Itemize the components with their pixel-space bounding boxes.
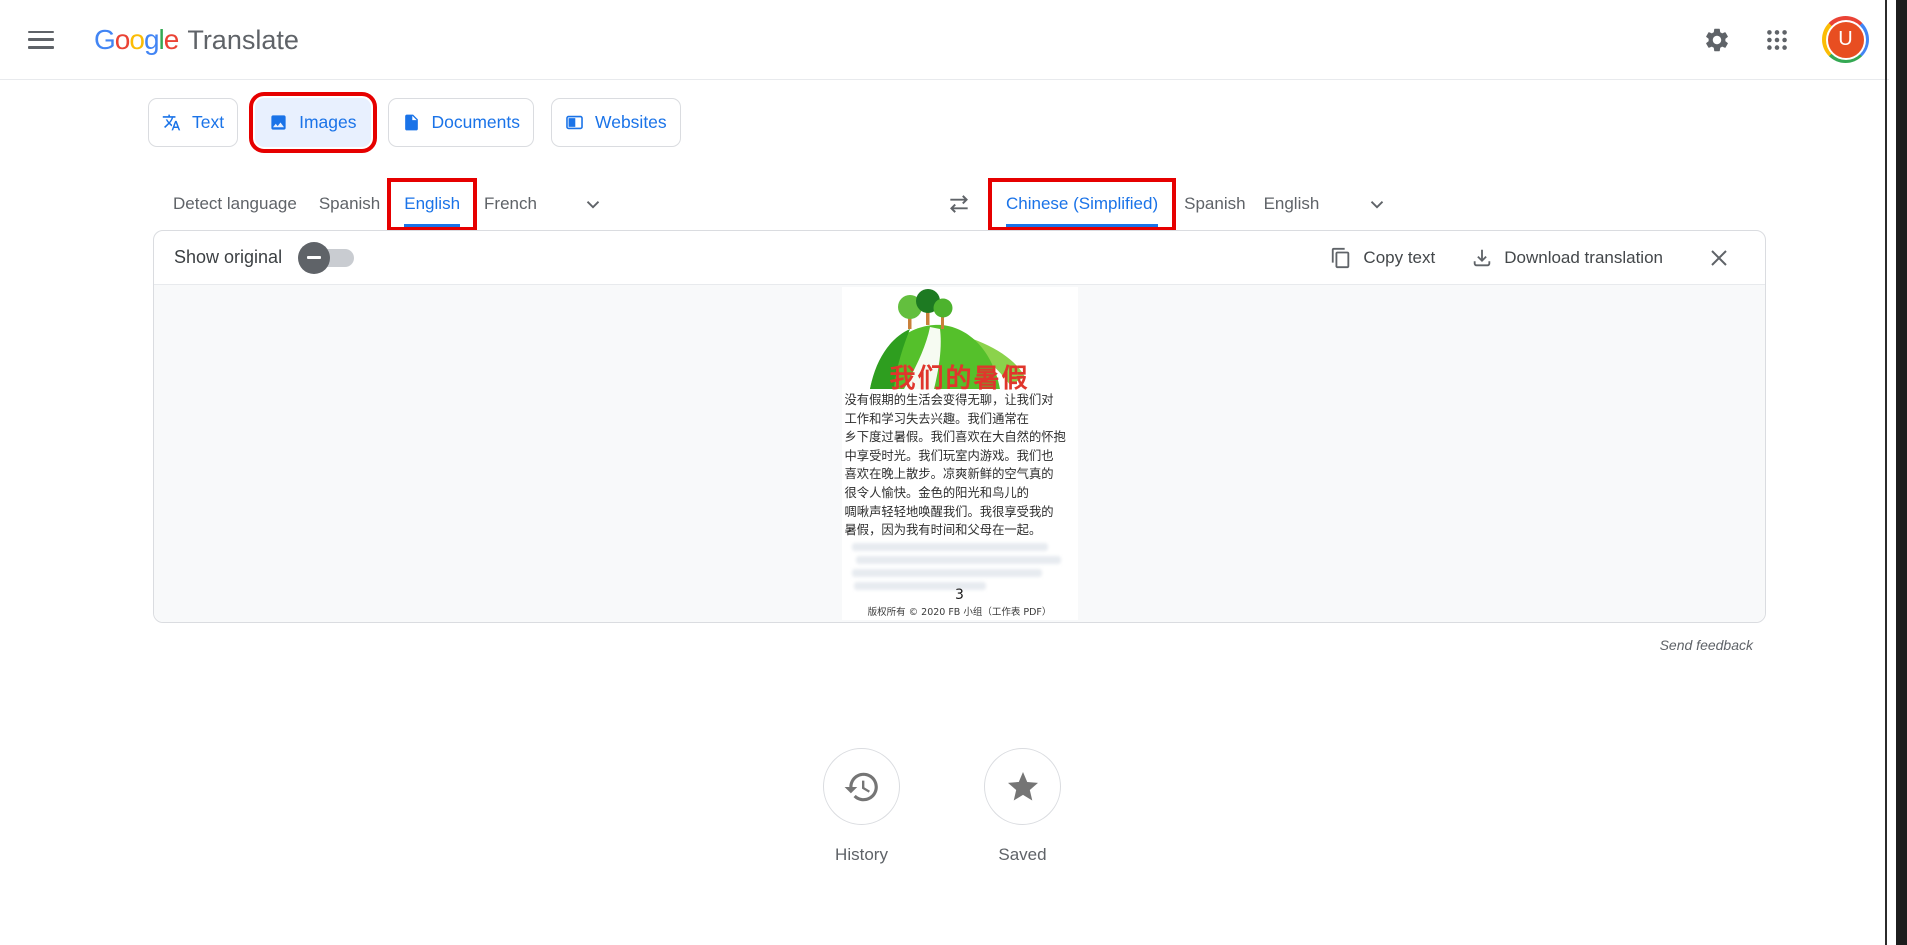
- show-original-label: Show original: [174, 247, 282, 268]
- tab-images-label: Images: [299, 112, 356, 133]
- doc-title: 我们的暑假: [842, 358, 1078, 395]
- shortcuts-row: History Saved: [0, 748, 1884, 865]
- tab-documents[interactable]: Documents: [388, 98, 535, 147]
- hamburger-menu-icon[interactable]: [28, 31, 54, 49]
- target-lang-chinese-label: Chinese (Simplified): [1006, 194, 1158, 227]
- history-icon: [843, 768, 881, 806]
- toggle-knob-minus-icon: [298, 242, 330, 274]
- copy-icon: [1330, 247, 1352, 269]
- source-lang-detect[interactable]: Detect language: [173, 194, 297, 214]
- translate-mode-tabs: Text Images Documents Websites: [148, 98, 681, 147]
- copy-text-label: Copy text: [1363, 248, 1435, 268]
- product-name: Translate: [187, 25, 299, 56]
- account-avatar[interactable]: U: [1822, 16, 1869, 63]
- document-icon: [402, 113, 421, 132]
- avatar-letter: U: [1826, 20, 1866, 60]
- star-icon: [1005, 769, 1041, 805]
- window-edge-line: [1885, 0, 1887, 945]
- target-language-group: Chinese (Simplified) Spanish English: [944, 174, 1391, 234]
- tab-websites-label: Websites: [595, 112, 667, 133]
- website-icon: [565, 113, 584, 132]
- tab-documents-label: Documents: [432, 112, 521, 133]
- tab-websites[interactable]: Websites: [551, 98, 681, 147]
- source-lang-spanish[interactable]: Spanish: [319, 194, 380, 214]
- source-lang-english-selected[interactable]: English: [387, 178, 477, 231]
- swap-languages-icon[interactable]: [944, 189, 974, 219]
- saved-label: Saved: [998, 845, 1046, 865]
- google-logo-text: Google: [94, 24, 178, 56]
- translate-icon: [162, 113, 181, 132]
- target-lang-english[interactable]: English: [1264, 194, 1320, 214]
- source-lang-french[interactable]: French: [484, 194, 537, 214]
- tab-images[interactable]: Images: [255, 98, 370, 147]
- saved-button[interactable]: Saved: [984, 748, 1061, 865]
- source-lang-english-label: English: [404, 194, 460, 227]
- doc-page-number: 3: [842, 587, 1078, 603]
- scrollbar[interactable]: [1896, 0, 1907, 945]
- google-translate-page: Google Translate U Text: [0, 0, 1907, 945]
- panel-toolbar: Show original Copy text Download transla…: [154, 231, 1765, 285]
- download-icon: [1471, 247, 1493, 269]
- close-icon[interactable]: [1705, 244, 1733, 272]
- doc-copyright: 版权所有 © 2020 FB 小组（工作表 PDF）: [842, 604, 1078, 618]
- translated-image[interactable]: 我们的暑假 没有假期的生活会变得无聊，让我们对 工作和学习失去兴趣。我们通常在 …: [842, 287, 1078, 620]
- tab-text[interactable]: Text: [148, 98, 238, 147]
- app-logo[interactable]: Google Translate: [94, 24, 299, 56]
- app-header: Google Translate U: [0, 0, 1889, 80]
- language-bar: Detect language Spanish English French C…: [0, 174, 1884, 234]
- send-feedback-link[interactable]: Send feedback: [1660, 637, 1753, 653]
- history-label: History: [835, 845, 888, 865]
- tab-text-label: Text: [192, 112, 224, 133]
- image-translation-panel: Show original Copy text Download transla…: [153, 230, 1766, 623]
- target-lang-spanish[interactable]: Spanish: [1184, 194, 1245, 214]
- show-original-toggle[interactable]: [298, 242, 354, 274]
- download-translation-label: Download translation: [1504, 248, 1663, 268]
- source-language-group: Detect language Spanish English French: [173, 174, 607, 234]
- copy-text-button[interactable]: Copy text: [1330, 247, 1435, 269]
- source-more-languages-chevron-icon[interactable]: [579, 190, 607, 218]
- target-lang-chinese-selected[interactable]: Chinese (Simplified): [988, 178, 1176, 231]
- settings-gear-icon[interactable]: [1702, 25, 1732, 55]
- target-more-languages-chevron-icon[interactable]: [1363, 190, 1391, 218]
- image-icon: [269, 113, 288, 132]
- panel-body: 我们的暑假 没有假期的生活会变得无聊，让我们对 工作和学习失去兴趣。我们通常在 …: [154, 285, 1765, 622]
- history-button[interactable]: History: [823, 748, 900, 865]
- google-apps-grid-icon[interactable]: [1762, 25, 1792, 55]
- doc-body-text: 没有假期的生活会变得无聊，让我们对 工作和学习失去兴趣。我们通常在 乡下度过暑假…: [845, 391, 1075, 540]
- download-translation-button[interactable]: Download translation: [1471, 247, 1663, 269]
